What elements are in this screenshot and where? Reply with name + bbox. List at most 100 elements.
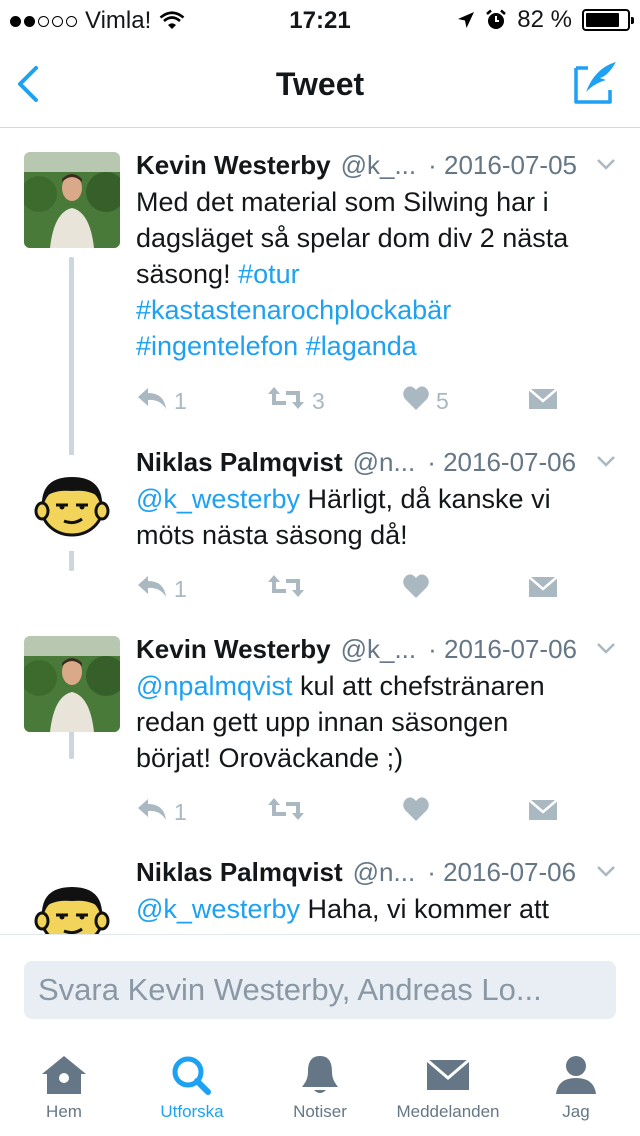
reply-input[interactable]: Svara Kevin Westerby, Andreas Lo... (24, 961, 616, 1019)
hashtag-link[interactable]: #ingentelefon (136, 331, 298, 361)
tab-explore[interactable]: Utforska (128, 1054, 256, 1122)
compose-tweet-button[interactable] (572, 58, 620, 106)
location-arrow-icon (458, 12, 475, 28)
profile-icon (556, 1056, 596, 1094)
avatar[interactable] (24, 865, 120, 934)
reply-area: Svara Kevin Westerby, Andreas Lo... (0, 934, 640, 1036)
heart-icon (402, 573, 430, 605)
tweet-text-line: dagsläget så spelar dom div 2 nästa (136, 220, 616, 256)
chevron-down-icon[interactable] (596, 865, 616, 879)
home-icon (42, 1056, 86, 1094)
retweet-icon (266, 573, 306, 605)
direct-message-button[interactable] (528, 386, 558, 416)
reply-count: 1 (174, 575, 187, 602)
avatar[interactable] (24, 455, 120, 551)
tab-profile[interactable]: Jag (512, 1054, 640, 1122)
author-name[interactable]: Niklas Palmqvist (136, 447, 343, 478)
chevron-down-icon[interactable] (596, 642, 616, 656)
reply-count: 1 (174, 387, 187, 414)
author-name[interactable]: Kevin Westerby (136, 150, 331, 181)
tweet-text: Med det material som Silwing har i dagslä… (136, 184, 616, 364)
tab-label: Jag (562, 1102, 590, 1121)
tweet-text-segment: Med det material som Silwing har i (136, 187, 549, 217)
tweet-text-line: säsong! #otur (136, 256, 616, 292)
tweet-text-line: Med det material som Silwing har i (136, 184, 616, 220)
bell-icon (302, 1056, 338, 1093)
avatar[interactable] (24, 636, 120, 732)
tweet-text-segment: Haha, vi kommer att (299, 894, 550, 924)
author-handle[interactable]: @k_... (341, 634, 417, 665)
chevron-down-icon[interactable] (596, 158, 616, 172)
tweet-text-line: @k_westerby Härligt, då kanske vi (136, 481, 616, 517)
tweet-text: @k_westerby Härligt, då kanske vi möts nä… (136, 481, 616, 553)
author-name[interactable]: Kevin Westerby (136, 634, 331, 665)
battery-fill (586, 13, 619, 27)
reply-button[interactable]: 1 (136, 796, 187, 828)
mention-link[interactable]: @npalmqvist (136, 671, 292, 701)
tweet-text-segment: möts nästa säsong då! (136, 520, 408, 550)
reply-button[interactable]: 1 (136, 573, 187, 605)
avatar[interactable] (24, 152, 120, 248)
user-photo (24, 636, 120, 732)
chevron-down-icon[interactable] (596, 455, 616, 469)
compose-tweet-icon (574, 62, 616, 104)
like-button[interactable] (402, 573, 436, 605)
reply-icon (136, 796, 168, 828)
tweet-text: @k_westerby Haha, vi kommer att (136, 891, 616, 927)
reply-icon (136, 385, 168, 417)
hashtag-link[interactable]: #otur (238, 259, 300, 289)
tab-home[interactable]: Hem (0, 1054, 128, 1122)
direct-message-button[interactable] (528, 574, 558, 604)
like-button[interactable]: 5 (402, 385, 449, 417)
retweet-button[interactable] (266, 796, 312, 828)
tweet-thread: Kevin Westerby @k_... · 2016-07-05 Med d… (0, 129, 640, 934)
heart-icon (402, 385, 430, 417)
tab-notifications[interactable]: Notiser (256, 1054, 384, 1122)
direct-message-button[interactable] (528, 797, 558, 827)
page-title: Tweet (275, 66, 365, 102)
mention-link[interactable]: @k_westerby (136, 484, 300, 514)
direct-message-icon (528, 386, 558, 416)
retweet-button[interactable]: 3 (266, 385, 325, 417)
status-right: 82 % (457, 6, 634, 34)
direct-message-icon (528, 574, 558, 604)
tweet-text-segment: säsong! (136, 259, 239, 289)
battery-percent: 82 % (517, 6, 572, 33)
hashtag-link[interactable]: #laganda (306, 331, 417, 361)
search-icon (172, 1056, 211, 1095)
tweet-text-segment: redan gett upp innan säsongen (136, 707, 509, 737)
tweet-text-line: redan gett upp innan säsongen (136, 704, 616, 740)
mention-link[interactable]: @k_westerby (136, 894, 300, 924)
author-handle[interactable]: @n... (353, 857, 416, 888)
tweet-header: Niklas Palmqvist @n... · 2016-07-06 (136, 857, 620, 893)
alarm-clock-icon (486, 9, 507, 29)
tweet-text-segment: dagsläget så spelar dom div 2 nästa (136, 223, 569, 253)
retweet-button[interactable] (266, 573, 312, 605)
tweet-text-line: möts nästa säsong då! (136, 517, 616, 553)
tweet-date: · 2016-07-06 (427, 857, 577, 887)
like-button[interactable] (402, 796, 436, 828)
retweet-icon (266, 385, 306, 417)
cartoon-face-avatar (24, 865, 120, 934)
reply-button[interactable]: 1 (136, 385, 187, 417)
tweet-text-segment: kul att chefstränaren (292, 671, 545, 701)
heart-icon (402, 796, 430, 828)
envelope-icon (426, 1058, 470, 1090)
tweet-text: @npalmqvist kul att chefstränaren redan g… (136, 668, 616, 776)
tweet-date: · 2016-07-06 (427, 447, 577, 477)
tweet-text-line: #kastastenarochplockabär (136, 292, 616, 328)
tweet-text-segment: börjat! Oroväckande ;) (136, 743, 404, 773)
tweet-date: · 2016-07-06 (428, 634, 578, 664)
hashtag-link[interactable]: #kastastenarochplockabär (136, 295, 451, 325)
battery-icon (582, 9, 634, 31)
tab-messages[interactable]: Meddelanden (384, 1054, 512, 1122)
user-photo (24, 152, 120, 248)
tab-label: Meddelanden (396, 1102, 500, 1121)
direct-message-icon (528, 797, 558, 827)
author-name[interactable]: Niklas Palmqvist (136, 857, 343, 888)
tweet-text-segment: Härligt, då kanske vi (299, 484, 551, 514)
author-handle[interactable]: @k_... (341, 150, 417, 181)
tab-label: Hem (46, 1102, 82, 1121)
author-handle[interactable]: @n... (353, 447, 416, 478)
tweet-actions: 1 (136, 797, 576, 827)
